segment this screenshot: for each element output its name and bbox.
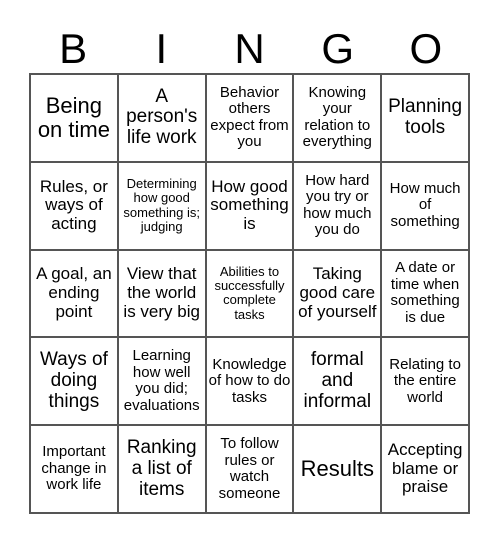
bingo-cell[interactable]: Ways of doing things (30, 337, 118, 426)
bingo-cell[interactable]: Being on time (30, 74, 118, 162)
cell-text: Behavior others expect from you (210, 83, 289, 151)
bingo-cell[interactable]: Planning tools (381, 74, 469, 162)
cell-text: formal and informal (303, 348, 372, 412)
bingo-cell[interactable]: Accepting blame or praise (381, 425, 469, 513)
bingo-board: Being on time A person's life work Behav… (29, 73, 470, 514)
cell-text: A goal, an ending point (36, 264, 112, 321)
cell-text: Learning how well you did; evaluations (123, 347, 200, 414)
bingo-cell[interactable]: Ranking a list of items (117, 425, 206, 513)
header-letter-b: B (59, 25, 88, 72)
cell-text: How hard you try or how much you do (303, 171, 372, 239)
bingo-cell[interactable]: Behavior others expect from you (205, 74, 294, 162)
cell-text: How good something is (210, 176, 289, 234)
bingo-cell[interactable]: Abilities to successfully complete tasks (205, 249, 294, 338)
cell-text: Knowledge of how to do tasks (208, 355, 291, 406)
header-letter-g: G (321, 25, 355, 72)
cell-text: Results (300, 456, 374, 481)
cell-text: Rules, or ways of acting (39, 176, 108, 234)
cell-text: Abilities to successfully complete tasks (214, 263, 285, 322)
cell-text: Knowing your relation to everything (302, 83, 372, 151)
cell-text: Ranking a list of items (126, 436, 197, 500)
bingo-cell[interactable]: Relating to the entire world (381, 337, 469, 426)
bingo-cell[interactable]: How hard you try or how much you do (293, 161, 382, 250)
cell-text: Taking good care of yourself (298, 264, 377, 321)
bingo-cell[interactable]: A goal, an ending point (30, 249, 118, 338)
bingo-cell[interactable]: View that the world is very big (117, 249, 206, 338)
bingo-cell[interactable]: To follow rules or watch someone (205, 425, 294, 513)
bingo-cell[interactable]: Determining how good something is; judgi… (117, 161, 206, 250)
cell-text: Being on time (37, 92, 110, 142)
cell-text: Accepting blame or praise (387, 440, 463, 497)
cell-text: Determining how good something is; judgi… (123, 176, 200, 234)
bingo-cell[interactable]: Knowledge of how to do tasks (205, 337, 294, 426)
cell-text: Important change in work life (41, 443, 107, 494)
bingo-cell[interactable]: Important change in work life (30, 425, 118, 513)
bingo-cell[interactable]: formal and informal (293, 337, 382, 426)
cell-text: View that the world is very big (123, 264, 200, 321)
header-letter-i: I (155, 25, 168, 72)
header-letter-n: N (234, 25, 265, 72)
cell-text: Planning tools (388, 96, 463, 138)
bingo-cell[interactable]: Taking good care of yourself (293, 249, 382, 338)
bingo-header: B I N G O (29, 26, 470, 72)
bingo-cell[interactable]: A date or time when something is due (381, 249, 469, 338)
bingo-cell[interactable]: Rules, or ways of acting (30, 161, 118, 250)
bingo-cell[interactable]: Learning how well you did; evaluations (117, 337, 206, 426)
cell-text: A date or time when something is due (390, 259, 460, 326)
bingo-cell[interactable]: Knowing your relation to everything (293, 74, 382, 162)
bingo-cell[interactable]: How much of something (381, 161, 469, 250)
header-letter-o: O (409, 25, 443, 72)
bingo-cell[interactable]: How good something is (205, 161, 294, 250)
cell-text: Relating to the entire world (389, 355, 461, 406)
bingo-cell[interactable]: A person's life work (117, 74, 206, 162)
cell-text: How much of something (389, 179, 461, 230)
cell-text: A person's life work (126, 85, 198, 149)
cell-text: To follow rules or watch someone (218, 435, 281, 502)
cell-text: Ways of doing things (39, 348, 108, 412)
bingo-cell[interactable]: Results (293, 425, 382, 513)
